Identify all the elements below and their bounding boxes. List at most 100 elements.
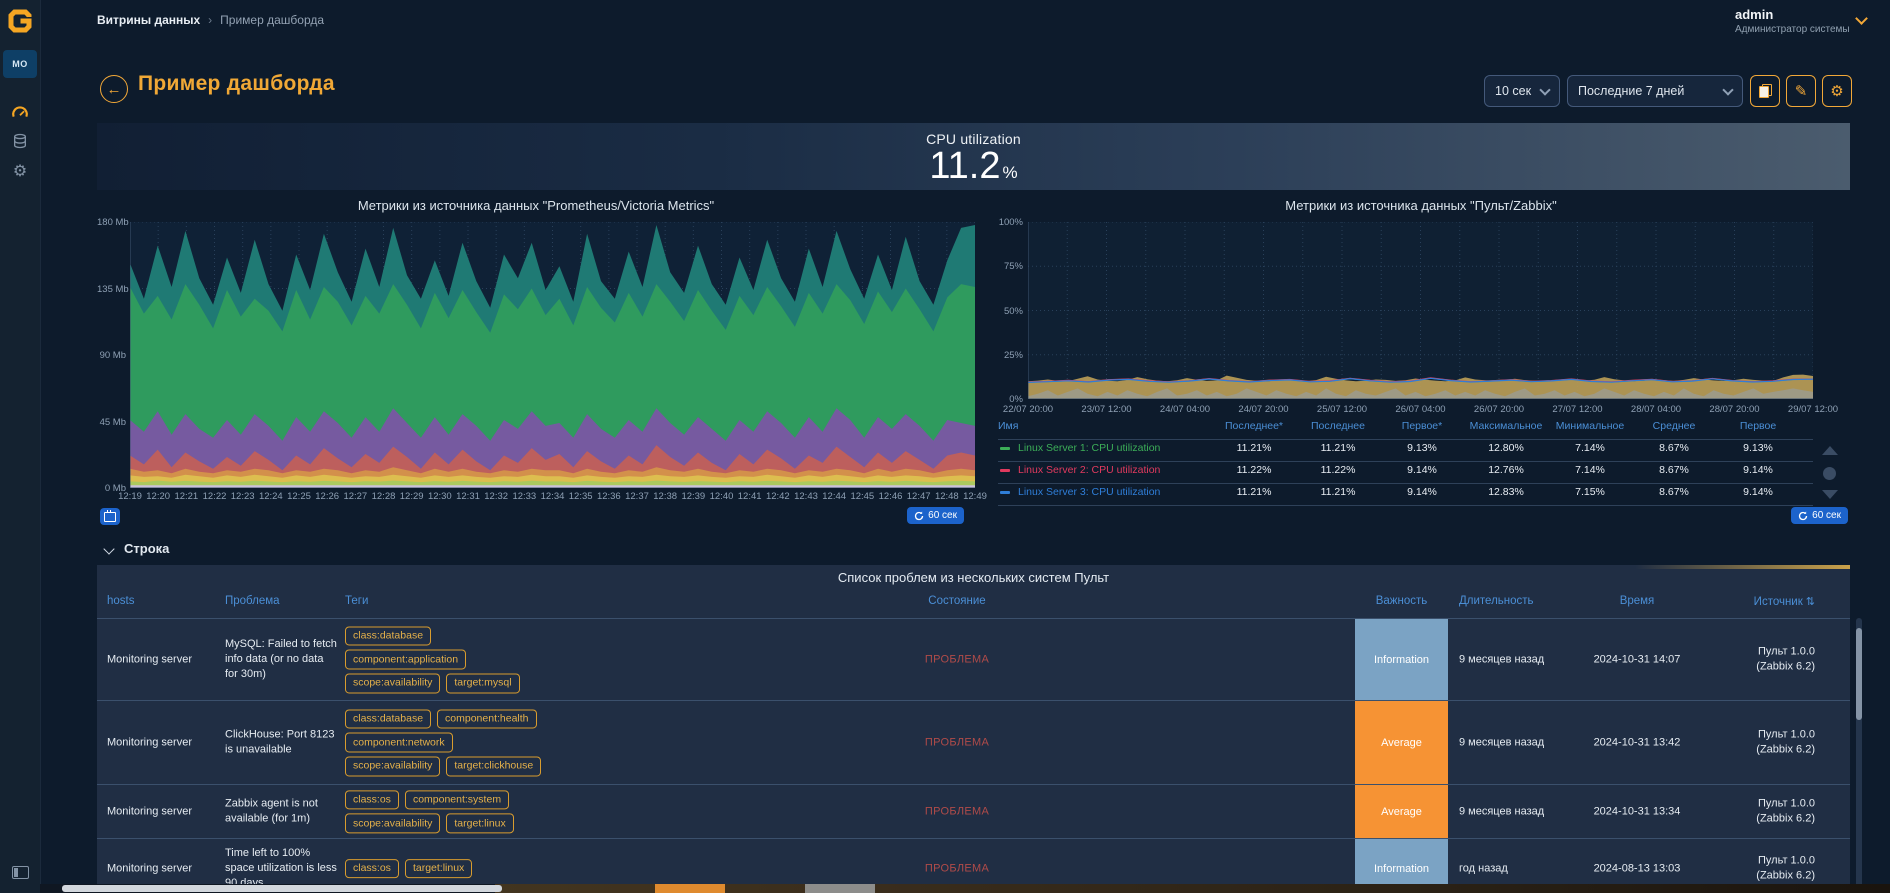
- cell-source: Пульт 1.0.0(Zabbix 6.2): [1687, 796, 1815, 827]
- table-row: Monitoring serverZabbix agent is not ava…: [97, 784, 1850, 838]
- cell-tags: class:os target:linux: [345, 859, 472, 879]
- tag-pill[interactable]: class:os: [345, 790, 399, 810]
- table-row: Monitoring serverClickHouse: Port 8123 i…: [97, 700, 1850, 784]
- severity-badge: Information: [1355, 619, 1448, 700]
- zabbix-metrics-panel: Метрики из источника данных "Пульт/Zabbi…: [990, 196, 1852, 526]
- chevron-down-icon[interactable]: [1855, 12, 1868, 25]
- tag-pill[interactable]: scope:availability: [345, 814, 440, 834]
- cell-time: 2024-10-31 14:07: [1567, 652, 1707, 667]
- section-row-label: Строка: [124, 541, 169, 556]
- scrollbar-thumb[interactable]: [62, 885, 502, 892]
- legend-value: 11.21%: [1212, 442, 1296, 454]
- sidebar-item-settings[interactable]: ⚙: [11, 162, 29, 180]
- sidebar-collapse-icon[interactable]: [12, 866, 29, 879]
- x-tick-label: 12:43: [794, 491, 818, 502]
- x-tick-label: 27/07 12:00: [1552, 404, 1602, 415]
- calendar-icon[interactable]: [100, 508, 120, 525]
- legend-value: 8.67%: [1632, 464, 1716, 476]
- legend-scroll-dot-icon[interactable]: [1823, 467, 1836, 480]
- legend-value: 11.21%: [1296, 442, 1380, 454]
- tag-pill[interactable]: component:application: [345, 650, 466, 670]
- loading-streak: [1635, 565, 1850, 569]
- cell-time: 2024-10-31 13:42: [1567, 735, 1707, 750]
- legend-scroll-down-icon[interactable]: [1822, 490, 1838, 499]
- x-tick-label: 12:44: [822, 491, 846, 502]
- tag-pill[interactable]: class:database: [345, 626, 431, 646]
- tag-line: class:database component:health: [345, 709, 541, 729]
- column-header-hosts[interactable]: hosts: [107, 595, 217, 607]
- cpu-value: 11.2: [929, 147, 1000, 185]
- legend-series-name[interactable]: Linux Server 1: CPU utilization: [1018, 442, 1160, 454]
- tag-pill[interactable]: component:health: [437, 709, 536, 729]
- sidebar-item-dashboards[interactable]: [11, 106, 29, 124]
- copy-dashboard-button[interactable]: [1750, 75, 1780, 107]
- column-header-источник[interactable]: Источник⇅: [1687, 595, 1815, 608]
- time-range-select[interactable]: Последние 7 дней: [1567, 75, 1743, 107]
- refresh-countdown-badge[interactable]: 60 сек: [1791, 507, 1848, 524]
- app-logo-icon[interactable]: [6, 7, 34, 35]
- column-header-время[interactable]: Время: [1567, 595, 1707, 607]
- x-tick-label: 12:26: [315, 491, 339, 502]
- column-header-длительность[interactable]: Длительность: [1459, 595, 1579, 607]
- arrow-left-icon: ←: [107, 81, 122, 98]
- cell-tags: class:database component:health component:…: [345, 709, 541, 776]
- pencil-icon: ✎: [1795, 82, 1808, 100]
- tag-pill[interactable]: scope:availability: [345, 756, 440, 776]
- table-vertical-scrollbar[interactable]: [1856, 618, 1862, 888]
- tag-pill[interactable]: component:system: [405, 790, 509, 810]
- tag-pill[interactable]: target:linux: [405, 859, 472, 879]
- edit-dashboard-button[interactable]: ✎: [1786, 75, 1816, 107]
- cell-source: Пульт 1.0.0(Zabbix 6.2): [1687, 644, 1815, 675]
- cell-source: Пульт 1.0.0(Zabbix 6.2): [1687, 727, 1815, 758]
- refresh-interval-select[interactable]: 10 сек: [1484, 75, 1560, 107]
- sidebar-item-mo[interactable]: МО: [3, 50, 37, 78]
- tag-pill[interactable]: component:network: [345, 733, 453, 753]
- horizontal-scrollbar[interactable]: [40, 884, 1890, 893]
- tag-line: scope:availability target:linux: [345, 814, 514, 834]
- tag-pill[interactable]: target:clickhouse: [446, 756, 541, 776]
- column-header-теги[interactable]: Теги: [345, 595, 645, 607]
- tag-pill[interactable]: class:database: [345, 709, 431, 729]
- stacked-area-chart[interactable]: [130, 222, 975, 488]
- chevron-down-icon[interactable]: [103, 543, 114, 554]
- x-tick-label: 12:49: [963, 491, 987, 502]
- tag-pill[interactable]: target:mysql: [446, 673, 519, 693]
- line-chart[interactable]: [1028, 222, 1813, 399]
- column-header-состояние[interactable]: Состояние: [897, 595, 1017, 607]
- source-line: (Zabbix 6.2): [1687, 812, 1815, 827]
- user-menu[interactable]: admin Администратор системы: [1735, 7, 1850, 35]
- legend-value: 11.21%: [1296, 486, 1380, 498]
- sort-icon[interactable]: ⇅: [1806, 596, 1815, 608]
- series-swatch: [1000, 491, 1010, 494]
- y-tick-label: 180 Mb: [97, 217, 126, 228]
- breadcrumb-data-marts[interactable]: Витрины данных: [97, 13, 200, 27]
- sidebar-item-datasources[interactable]: [11, 134, 29, 152]
- x-tick-label: 12:34: [541, 491, 565, 502]
- dashboard-settings-button[interactable]: ⚙: [1822, 75, 1852, 107]
- page-title: Пример дашборда: [138, 72, 335, 96]
- tag-pill[interactable]: class:os: [345, 859, 399, 879]
- x-tick-label: 12:45: [850, 491, 874, 502]
- cell-state: ПРОБЛЕМА: [897, 652, 1017, 667]
- tag-line: scope:availability target:mysql: [345, 673, 520, 693]
- refresh-countdown-badge[interactable]: 60 сек: [907, 507, 964, 524]
- legend-separator: [998, 461, 1813, 462]
- tag-pill[interactable]: target:linux: [446, 814, 513, 834]
- tag-line: class:os target:linux: [345, 859, 472, 879]
- source-line: (Zabbix 6.2): [1687, 869, 1815, 884]
- legend-column-header: Имя: [998, 420, 1118, 432]
- y-tick-label: 100%: [990, 217, 1023, 228]
- y-tick-label: 75%: [990, 261, 1023, 272]
- x-tick-label: 12:30: [428, 491, 452, 502]
- legend-scroll-up-icon[interactable]: [1822, 446, 1838, 455]
- scrollbar-thumb[interactable]: [1856, 628, 1862, 720]
- x-tick-label: 26/07 20:00: [1474, 404, 1524, 415]
- column-header-важность[interactable]: Важность: [1355, 595, 1448, 607]
- back-button[interactable]: ←: [100, 75, 128, 103]
- x-tick-label: 12:42: [766, 491, 790, 502]
- legend-series-name[interactable]: Linux Server 3: CPU utilization: [1018, 486, 1160, 498]
- column-header-проблема[interactable]: Проблема: [225, 595, 337, 607]
- tag-pill[interactable]: scope:availability: [345, 673, 440, 693]
- legend-series-name[interactable]: Linux Server 2: CPU utilization: [1018, 464, 1160, 476]
- x-tick-label: 12:47: [907, 491, 931, 502]
